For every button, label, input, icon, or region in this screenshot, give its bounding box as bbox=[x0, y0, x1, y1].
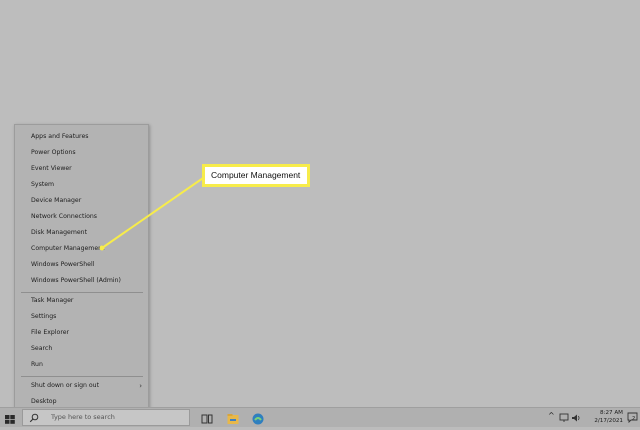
menu-item-windows-powershell[interactable]: Windows PowerShell bbox=[15, 257, 148, 273]
network-icon[interactable] bbox=[559, 413, 569, 423]
menu-item-shut-down-or-sign-out[interactable]: Shut down or sign out › bbox=[15, 378, 148, 394]
taskbar-search-box[interactable]: Type here to search bbox=[22, 409, 190, 426]
volume-icon[interactable] bbox=[571, 413, 581, 423]
menu-separator bbox=[21, 376, 143, 377]
menu-item-settings[interactable]: Settings bbox=[15, 309, 148, 325]
windows-start-icon[interactable] bbox=[3, 411, 17, 425]
system-tray: ^ 8:27 AM 2/17/2021 2 bbox=[546, 408, 640, 428]
menu-item-search[interactable]: Search bbox=[15, 341, 148, 357]
menu-item-run[interactable]: Run bbox=[15, 357, 148, 373]
menu-item-network-connections[interactable]: Network Connections bbox=[15, 209, 148, 225]
menu-item-apps-and-features[interactable]: Apps and Features bbox=[15, 129, 148, 145]
menu-item-computer-management[interactable]: Computer Management bbox=[15, 241, 148, 257]
task-view-icon[interactable] bbox=[200, 411, 214, 425]
menu-item-event-viewer[interactable]: Event Viewer bbox=[15, 161, 148, 177]
menu-item-disk-management[interactable]: Disk Management bbox=[15, 225, 148, 241]
menu-item-label: Shut down or sign out bbox=[31, 382, 100, 389]
search-icon bbox=[29, 413, 39, 423]
chevron-up-icon[interactable]: ^ bbox=[548, 411, 555, 420]
notification-count: 2 bbox=[632, 416, 636, 422]
menu-item-system[interactable]: System bbox=[15, 177, 148, 193]
chevron-right-icon: › bbox=[139, 382, 142, 390]
file-explorer-icon[interactable] bbox=[226, 411, 240, 425]
taskbar: Type here to search ^ 8:27 AM 2/17/2021 … bbox=[0, 407, 640, 427]
clock[interactable]: 8:27 AM 2/17/2021 bbox=[583, 409, 623, 427]
clock-time: 8:27 AM bbox=[600, 410, 623, 416]
menu-item-device-manager[interactable]: Device Manager bbox=[15, 193, 148, 209]
menu-item-windows-powershell-admin[interactable]: Windows PowerShell (Admin) bbox=[15, 273, 148, 289]
menu-item-task-manager[interactable]: Task Manager bbox=[15, 293, 148, 309]
clock-date: 2/17/2021 bbox=[594, 418, 623, 424]
callout-label: Computer Management bbox=[202, 164, 310, 187]
edge-icon[interactable] bbox=[251, 411, 265, 425]
power-user-menu: Apps and Features Power Options Event Vi… bbox=[14, 124, 149, 412]
action-center-icon[interactable]: 2 bbox=[627, 412, 638, 424]
menu-item-file-explorer[interactable]: File Explorer bbox=[15, 325, 148, 341]
search-placeholder: Type here to search bbox=[51, 413, 115, 421]
menu-item-power-options[interactable]: Power Options bbox=[15, 145, 148, 161]
